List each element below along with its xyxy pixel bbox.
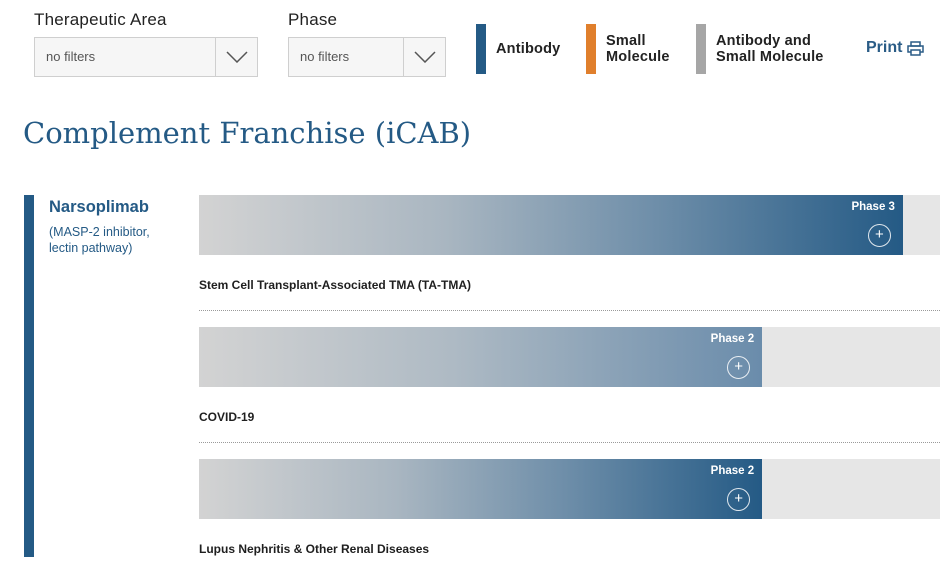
phase-progress-bar: Phase 3 + xyxy=(199,195,903,255)
pipeline-track: Phase 3 + xyxy=(199,195,940,255)
indication-label: Lupus Nephritis & Other Renal Diseases xyxy=(199,542,430,556)
legend-label-small-molecule: Small Molecule xyxy=(606,33,670,65)
expand-plus-icon[interactable]: + xyxy=(727,488,751,511)
phase-label: Phase 2 xyxy=(710,333,755,345)
expand-plus-icon[interactable]: + xyxy=(727,356,751,379)
phase-progress-bar: Phase 2 + xyxy=(199,459,763,519)
phase-value: no filters xyxy=(300,49,350,64)
phase-label: Phase 3 xyxy=(851,201,895,213)
legend-antibody: Antibody xyxy=(476,24,560,74)
print-label: Print xyxy=(866,39,903,56)
legend-swatch-antibody-and-small-molecule xyxy=(696,24,706,74)
phase-label: Phase xyxy=(288,10,338,29)
drug-description: (MASP-2 inhibitor, lectin pathway) xyxy=(49,225,150,255)
expand-plus-icon[interactable]: + xyxy=(867,224,891,247)
phase-select[interactable]: no filters xyxy=(288,37,446,77)
row-divider xyxy=(199,442,940,443)
print-button[interactable]: Print xyxy=(866,39,925,57)
row-divider xyxy=(199,310,940,311)
chevron-down-icon[interactable] xyxy=(403,38,445,76)
page-title: Complement Franchise (iCAB) xyxy=(23,116,472,150)
phase-progress-bar: Phase 2 + xyxy=(199,327,763,387)
legend-antibody-and-small-molecule: Antibody and Small Molecule xyxy=(696,24,824,74)
phase-label: Phase 2 xyxy=(710,465,755,477)
therapeutic-area-select[interactable]: no filters xyxy=(34,37,258,77)
indication-label: Stem Cell Transplant-Associated TMA (TA-… xyxy=(199,278,472,292)
legend-label-antibody-and-small-molecule: Antibody and Small Molecule xyxy=(716,33,824,65)
drug-name: Narsoplimab xyxy=(49,198,149,216)
therapeutic-area-value: no filters xyxy=(46,49,96,64)
pipeline-track: Phase 2 + xyxy=(199,459,940,519)
printer-icon xyxy=(907,40,925,56)
legend-label-antibody: Antibody xyxy=(496,41,561,57)
chevron-down-icon[interactable] xyxy=(215,38,257,76)
pipeline-track: Phase 2 + xyxy=(199,327,940,387)
drug-modality-bar xyxy=(24,195,34,557)
indication-label: COVID-19 xyxy=(199,410,255,424)
legend-swatch-antibody xyxy=(476,24,486,74)
therapeutic-area-label: Therapeutic Area xyxy=(34,10,167,29)
legend-swatch-small-molecule xyxy=(586,24,596,74)
legend-small-molecule: Small Molecule xyxy=(586,24,670,74)
